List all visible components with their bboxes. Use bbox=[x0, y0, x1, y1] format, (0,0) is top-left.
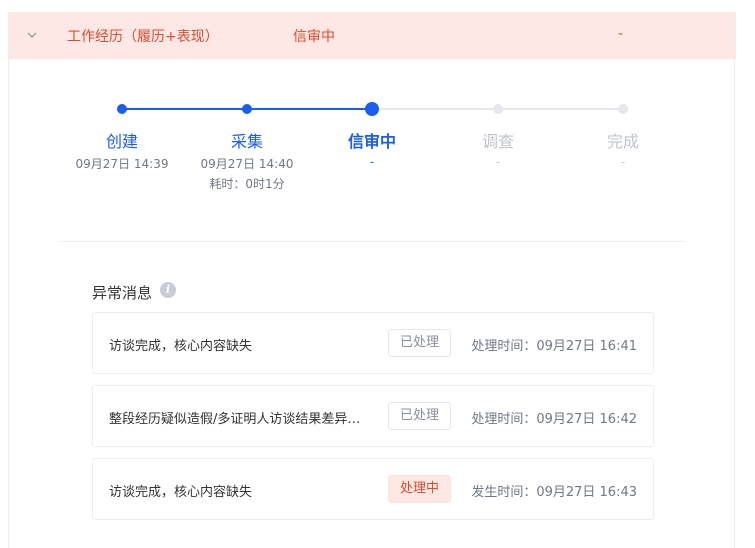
status-badge: 已处理 bbox=[388, 402, 452, 430]
step-dot bbox=[242, 104, 252, 114]
anomaly-message[interactable]: 访谈完成，核心内容缺失 处理中 发生时间：09月27日 16:43 bbox=[92, 458, 654, 520]
status-badge: 处理中 bbox=[388, 475, 452, 503]
status-badge: 已处理 bbox=[388, 329, 452, 357]
work-experience-panel: 工作经历（履历+表现） 信审中 - 创建 09月27日 14:39 采集 09月27日… bbox=[8, 12, 736, 548]
anomaly-message[interactable]: 整段经历疑似造假/多证明人访谈结果差异较大 已处理 处理时间：09月27日 16:4… bbox=[92, 385, 654, 447]
step-connector bbox=[372, 108, 498, 110]
step-time: 09月27日 14:39 bbox=[75, 157, 169, 171]
anomaly-message[interactable]: 访谈完成，核心内容缺失 已处理 处理时间：09月27日 16:41 bbox=[92, 312, 654, 374]
progress-steps: 创建 09月27日 14:39 采集 09月27日 14:40 耗时：0时1分 信审中 - 调… bbox=[9, 12, 736, 252]
step-connector bbox=[498, 108, 623, 110]
step-time: - bbox=[369, 155, 375, 169]
step-label: 调查 bbox=[481, 132, 514, 151]
message-text: 访谈完成，核心内容缺失 bbox=[109, 485, 253, 500]
step-label: 创建 bbox=[105, 132, 138, 151]
step-dot bbox=[493, 104, 503, 114]
info-icon[interactable]: i bbox=[160, 282, 176, 298]
step-dot bbox=[365, 102, 379, 116]
message-text: 访谈完成，核心内容缺失 bbox=[109, 339, 253, 354]
step-label: 完成 bbox=[606, 132, 639, 151]
message-time: 发生时间：09月27日 16:43 bbox=[471, 485, 637, 500]
step-duration: 耗时：0时1分 bbox=[209, 177, 285, 191]
step-connector bbox=[122, 108, 247, 110]
step-label: 采集 bbox=[230, 132, 263, 151]
message-time: 处理时间：09月27日 16:41 bbox=[471, 339, 637, 354]
step-time: - bbox=[495, 155, 501, 169]
message-time: 处理时间：09月27日 16:42 bbox=[471, 412, 637, 427]
step-dot bbox=[117, 104, 127, 114]
step-connector bbox=[247, 108, 372, 110]
step-time: 09月27日 14:40 bbox=[200, 157, 294, 171]
anomaly-title: 异常消息 bbox=[92, 284, 153, 302]
step-time: - bbox=[620, 155, 626, 169]
step-label: 信审中 bbox=[347, 132, 396, 151]
divider bbox=[60, 241, 685, 242]
step-dot bbox=[618, 104, 628, 114]
message-text: 整段经历疑似造假/多证明人访谈结果差异较大 bbox=[109, 412, 371, 427]
